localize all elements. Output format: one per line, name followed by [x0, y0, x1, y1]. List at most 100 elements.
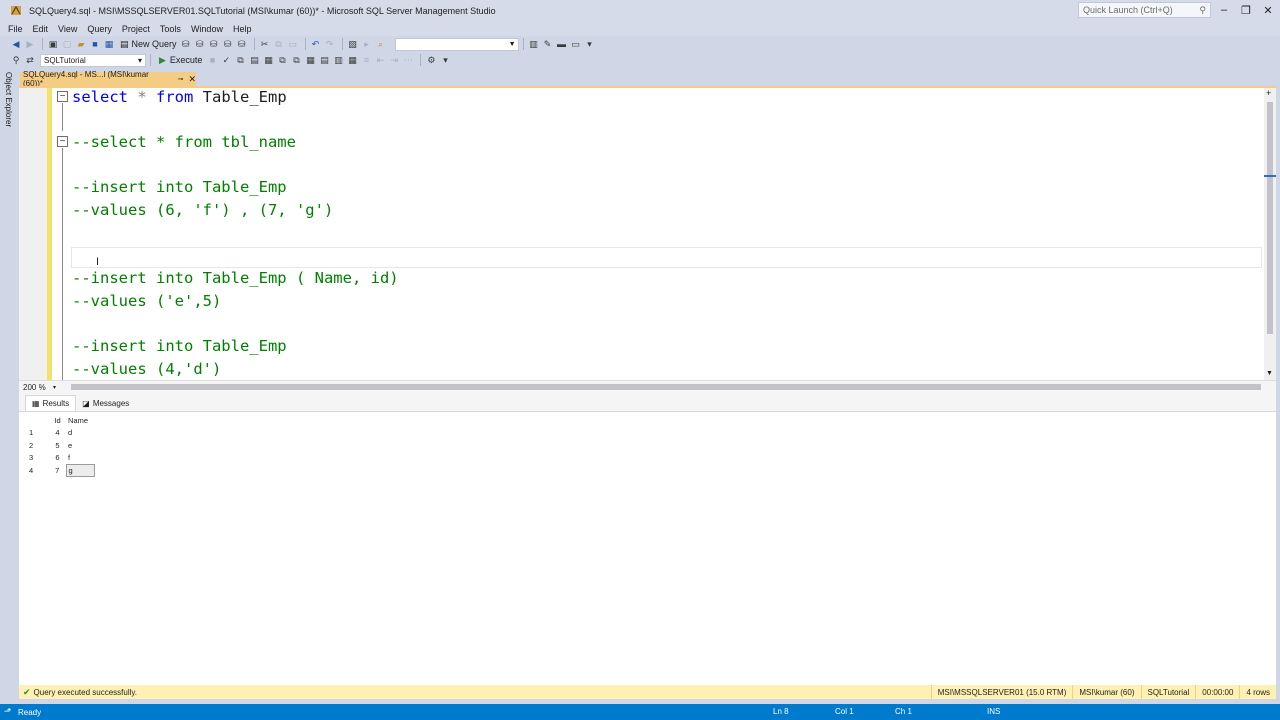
split-icon[interactable]: +	[1266, 88, 1271, 98]
menu-help[interactable]: Help	[228, 24, 257, 34]
back-icon[interactable]: ◀	[10, 38, 22, 50]
change-connection-icon[interactable]: ⇄	[24, 54, 36, 66]
results-to-text-icon[interactable]: ▦	[262, 54, 274, 66]
column-header-id[interactable]: Id	[49, 414, 66, 427]
results-to-file-icon[interactable]: ▥	[332, 54, 344, 66]
increase-indent-icon[interactable]: ⇥	[388, 54, 400, 66]
maximize-button[interactable]: ❐	[1235, 0, 1257, 20]
menu-window[interactable]: Window	[186, 24, 228, 34]
client-stats-icon[interactable]: ▦	[304, 54, 316, 66]
tab-results[interactable]: ▦ Results	[25, 395, 77, 411]
cell-id[interactable]: 6	[49, 452, 66, 465]
analysis-query-icon[interactable]: ⛁	[194, 38, 206, 50]
activity-monitor-icon[interactable]: ▧	[347, 38, 359, 50]
comment-icon[interactable]: ▦	[346, 54, 358, 66]
pin-icon[interactable]: ⊸	[178, 75, 184, 83]
new-query-button[interactable]: ▤ New Query	[117, 38, 180, 51]
collapse-icon[interactable]: −	[57, 91, 68, 102]
find-combobox[interactable]: ▼	[394, 37, 519, 51]
open-file-icon[interactable]: ▰	[75, 38, 87, 50]
tab-messages[interactable]: ◪ Messages	[76, 395, 135, 411]
cell-id[interactable]: 5	[49, 439, 66, 452]
available-databases-select[interactable]: SQLTutorial ▾	[40, 53, 146, 67]
menu-edit[interactable]: Edit	[28, 24, 54, 34]
toolbar-options-icon[interactable]: ▾	[439, 54, 451, 66]
menu-project[interactable]: Project	[117, 24, 155, 34]
query-status-bar: ✔ Query executed successfully. MSI\MSSQL…	[19, 685, 1276, 699]
results-to-grid-icon[interactable]: ▤	[318, 54, 330, 66]
query-editor[interactable]: − − select * from Table_Emp --select * f…	[19, 88, 1276, 380]
database-engine-query-icon[interactable]: ⛁	[180, 38, 192, 50]
close-tab-icon[interactable]: ✕	[188, 74, 196, 85]
table-row[interactable]: 1 4 d	[27, 427, 94, 440]
toolbar-options-icon[interactable]: ▾	[584, 38, 596, 50]
navigate-icon[interactable]: ▸	[361, 38, 373, 50]
row-number-header[interactable]	[27, 414, 49, 427]
row-number[interactable]: 3	[27, 452, 49, 465]
table-row[interactable]: 3 6 f	[27, 452, 94, 465]
query-designer-icon[interactable]: ▤	[248, 54, 260, 66]
parse-icon[interactable]: ✓	[220, 54, 232, 66]
debug-icon[interactable]: ⚙	[425, 54, 437, 66]
zoom-level[interactable]: 200 %	[23, 383, 53, 392]
live-stats-icon[interactable]: ⧉	[290, 54, 302, 66]
editor-vertical-scrollbar[interactable]: + ▼	[1264, 88, 1276, 380]
execute-button[interactable]: ▶ Execute	[155, 54, 206, 67]
document-tab[interactable]: SQLQuery4.sql - MS...l (MSI\kumar (60))*…	[20, 70, 196, 88]
horizontal-scroll-thumb[interactable]	[71, 384, 1261, 390]
table-row[interactable]: 4 7 g	[27, 463, 95, 477]
cell-id[interactable]: 7	[49, 464, 66, 477]
menu-query[interactable]: Query	[82, 24, 117, 34]
results-grid[interactable]: Id Name 1 4 d 2 5 e 3 6 f 4 7 g	[27, 414, 95, 477]
collapse-icon[interactable]: −	[57, 136, 68, 147]
save-all-icon[interactable]: ▦	[103, 38, 115, 50]
row-number[interactable]: 1	[27, 427, 49, 440]
solution-explorer-icon[interactable]: ▥	[528, 38, 540, 50]
cancel-query-icon[interactable]: ■	[206, 54, 218, 66]
toolbox-icon[interactable]: ▬	[556, 38, 568, 50]
ssms-app-icon[interactable]	[9, 4, 23, 18]
menu-file[interactable]: File	[3, 24, 28, 34]
xmla-query-icon[interactable]: ⛁	[236, 38, 248, 50]
decrease-indent-icon[interactable]: ⇤	[374, 54, 386, 66]
close-window-button[interactable]: ✕	[1257, 0, 1279, 20]
mdx-query-icon[interactable]: ⛁	[208, 38, 220, 50]
cut-icon[interactable]: ✂	[259, 38, 271, 50]
connect-icon[interactable]: ⚲	[10, 54, 22, 66]
tab-results-label: Results	[42, 399, 70, 408]
column-header-name[interactable]: Name	[66, 414, 94, 427]
specify-values-icon[interactable]: ⋯	[402, 54, 414, 66]
add-item-icon[interactable]: ▢	[61, 38, 73, 50]
chevron-down-icon[interactable]: ▾	[53, 384, 56, 391]
minimize-button[interactable]: –	[1213, 0, 1235, 20]
scroll-down-icon[interactable]: ▼	[1266, 370, 1273, 377]
menu-view[interactable]: View	[53, 24, 82, 34]
cell-name[interactable]: d	[66, 427, 94, 440]
redo-icon[interactable]: ↷	[324, 38, 336, 50]
menu-tools[interactable]: Tools	[155, 24, 186, 34]
quick-launch-input[interactable]: Quick Launch (Ctrl+Q) ⚲	[1078, 2, 1211, 18]
cell-id[interactable]: 4	[49, 427, 66, 440]
table-row[interactable]: 2 5 e	[27, 439, 94, 452]
row-number[interactable]: 4	[27, 464, 49, 477]
cell-name-selected[interactable]: g	[65, 463, 95, 477]
copy-icon[interactable]: ⧉	[273, 38, 285, 50]
find-in-files-icon[interactable]: ⌕	[375, 38, 387, 50]
vertical-scroll-thumb[interactable]	[1267, 102, 1273, 334]
include-plan-icon[interactable]: ⧉	[276, 54, 288, 66]
uncomment-icon[interactable]: ≡	[360, 54, 372, 66]
paste-icon[interactable]: ▭	[287, 38, 299, 50]
cell-name[interactable]: f	[66, 452, 94, 465]
window-layout-icon[interactable]: ▭	[570, 38, 582, 50]
code-line-7: --insert into Table_Emp	[72, 337, 287, 355]
new-project-icon[interactable]: ▣	[47, 38, 59, 50]
estimated-plan-icon[interactable]: ⧉	[234, 54, 246, 66]
object-explorer-tab[interactable]: Object Explorer	[4, 72, 13, 127]
save-icon[interactable]: ■	[89, 38, 101, 50]
forward-icon[interactable]: ▶	[24, 38, 36, 50]
undo-icon[interactable]: ↶	[310, 38, 322, 50]
row-number[interactable]: 2	[27, 439, 49, 452]
properties-icon[interactable]: ✎	[542, 38, 554, 50]
dmx-query-icon[interactable]: ⛁	[222, 38, 234, 50]
cell-name[interactable]: e	[66, 439, 94, 452]
